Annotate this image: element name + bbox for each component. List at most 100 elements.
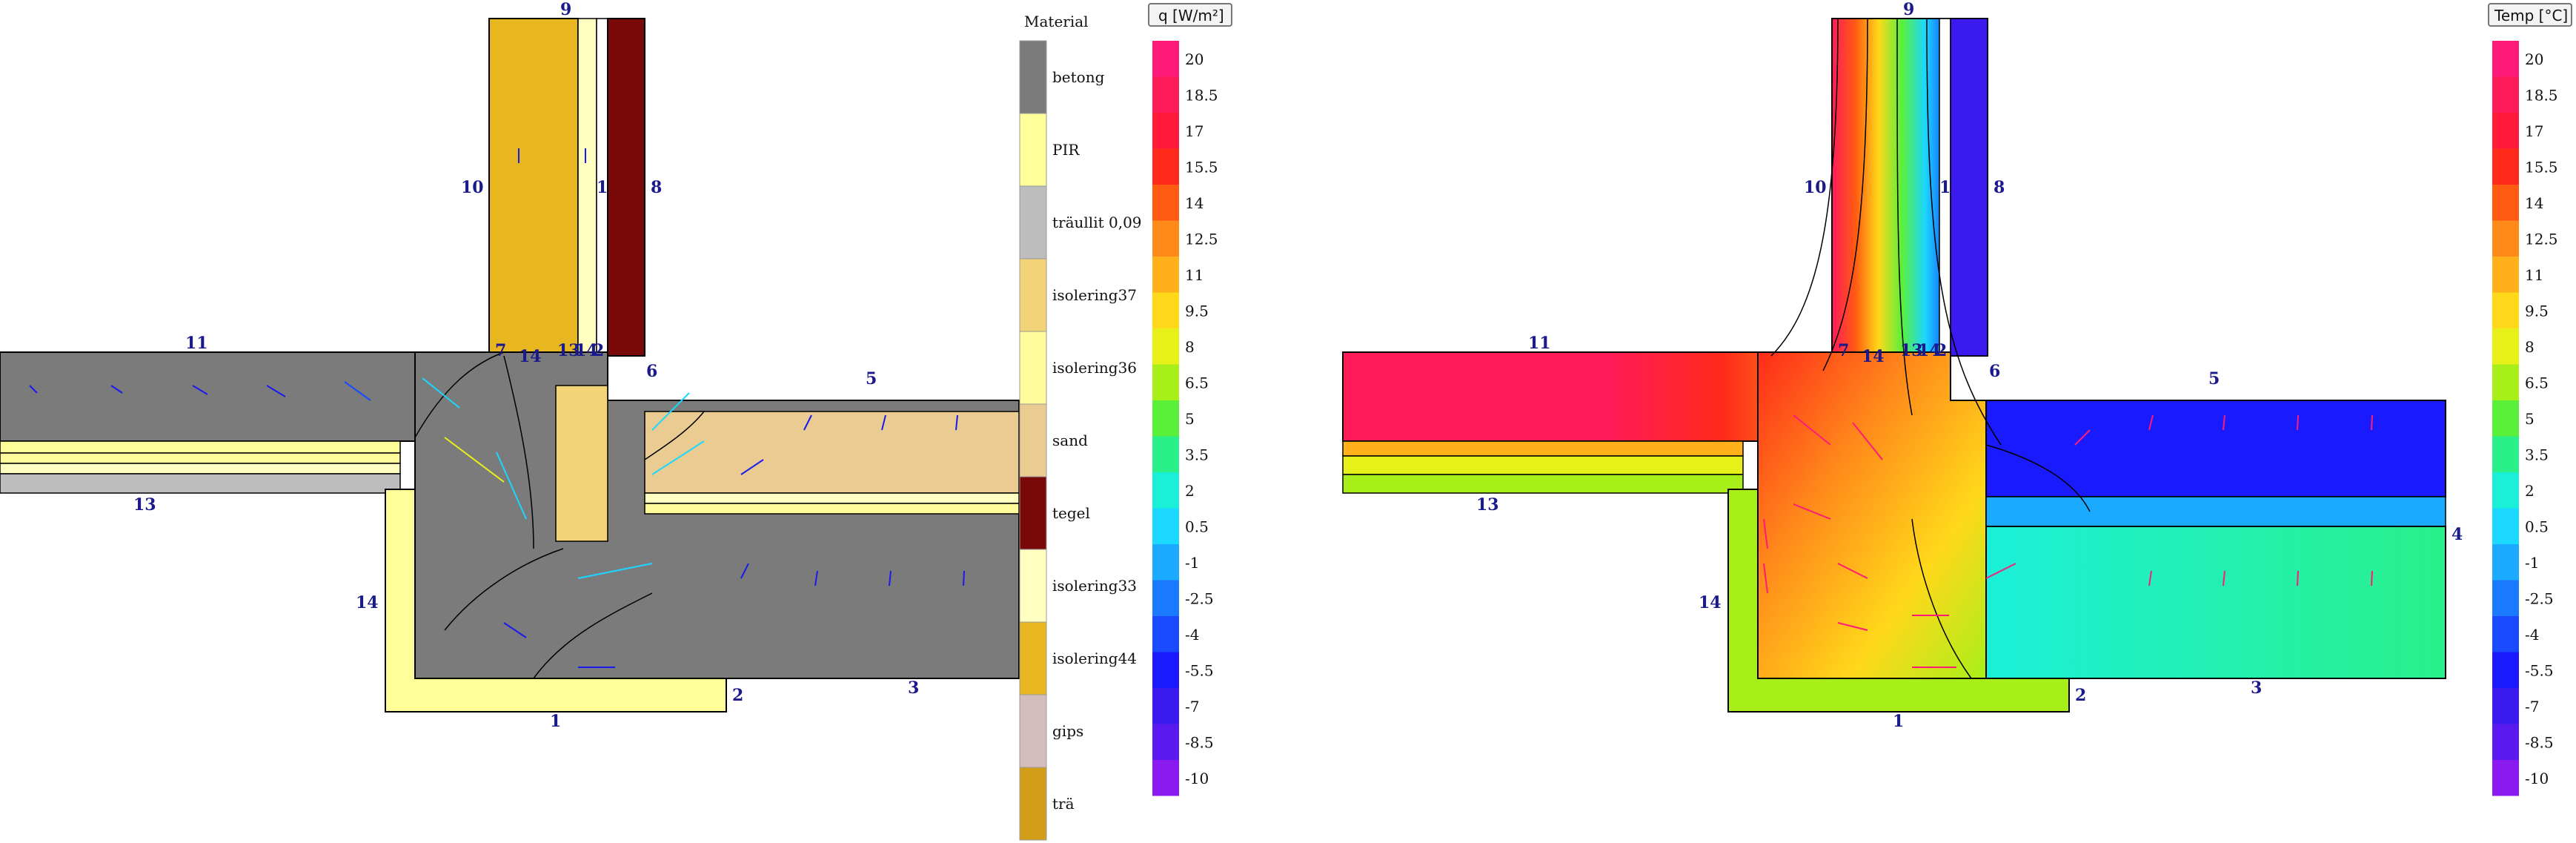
temp-scale-tick-label: -1 [2525,554,2539,572]
column-isolering37 [555,385,608,542]
temp-label-1b: 1 [1893,712,1904,731]
temp-legend: Temp [°C] 20 18.5 17 15.5 14 12.5 11 9.5 8 6.5 5 3.… [2488,3,2572,796]
material-swatch [1019,694,1047,768]
boundary-label-5: 5 [866,369,877,389]
flux-scale-swatch [1152,148,1179,185]
boundary-label-9: 9 [560,0,571,19]
svg-text:Temp [°C]: Temp [°C] [2494,7,2568,24]
temp-scale-swatch [2492,544,2519,581]
temp-scale-tick-label: 15.5 [2525,159,2558,176]
flux-scale-tick-label: 3.5 [1185,446,1209,464]
temp-scale-swatch [2492,472,2519,509]
temp-legend-button[interactable]: Temp [°C] [2488,3,2572,27]
flux-scale-tick-label: -10 [1185,770,1209,787]
material-label: PIR [1052,141,1080,159]
temp-scale-swatch [2492,220,2519,257]
temp-scale-swatch [2492,616,2519,652]
flux-scale-tick-label: 0.5 [1185,518,1209,536]
temp-scale-swatch [2492,292,2519,328]
material-swatch [1019,549,1047,623]
temp-scale-tick-label: 5 [2525,410,2534,428]
temp-scale-swatch [2492,185,2519,221]
flux-scale-swatch [1152,544,1179,581]
flux-scale-tick-label: 5 [1185,410,1195,428]
boundary-label-7: 7 [495,341,506,360]
flux-scale-tick-label: 17 [1185,122,1204,140]
material-swatch [1019,258,1047,332]
flux-legend: q [W/m²] 20 18.5 17 15.5 14 12.5 11 9.5 8 6.5 5 3.5… [1148,3,1232,796]
flux-scale-swatch [1152,436,1179,472]
temp-cold-slab [1985,400,2446,497]
material-swatch [1019,403,1047,477]
temp-strip-2 [1342,455,1744,475]
material-swatch [1019,476,1047,550]
temp-scale-tick-label: 0.5 [2525,518,2549,536]
temp-label-3: 3 [2251,678,2262,698]
material-label: isolering44 [1052,649,1137,667]
temp-label-14: 14 [1699,593,1722,612]
temp-scale-tick-label: 18.5 [2525,87,2558,105]
temp-scale-swatch [2492,41,2519,77]
flux-scale-swatch [1152,185,1179,221]
material-legend: Material betong PIR träullit 0,09 isolering… [1019,13,1142,841]
flux-scale-swatch [1152,113,1179,149]
pir-strip [0,440,401,454]
boundary-label-2: 2 [732,686,743,705]
temp-scale-swatch [2492,508,2519,544]
temp-scale-swatch [2492,724,2519,760]
boundary-label-10: 10 [461,178,484,197]
temp-label-9: 9 [1903,0,1914,19]
material-label: sand [1052,432,1088,449]
flux-scale-tick-label: -2.5 [1185,590,1214,608]
right-strip-2 [644,503,1020,515]
temp-label-5: 5 [2208,369,2220,389]
material-swatch [1019,331,1047,405]
flux-scale-tick-label: 20 [1185,50,1204,68]
temp-scale-tick-label: -5.5 [2525,662,2554,680]
flux-scale-swatch [1152,724,1179,760]
boundary-label-2a: 2 [593,341,604,360]
flux-scale-swatch [1152,508,1179,544]
sand-fill [644,411,1020,494]
temp-strip-1 [1342,440,1744,457]
flux-scale-tick-label: 8 [1185,338,1195,356]
flux-scale-swatch [1152,652,1179,688]
flux-scale-tick-label: 14 [1185,194,1204,212]
temp-scale-swatch [2492,760,2519,796]
traullit-strip [0,473,401,494]
material-swatch [1019,767,1047,841]
flux-scale-tick-label: -8.5 [1185,734,1214,752]
junction-betong [414,351,1020,679]
boundary-label-14a: 14 [519,347,542,366]
material-swatch [1019,185,1047,259]
temp-label-13: 13 [1476,495,1499,515]
temp-scale-swatch [2492,436,2519,472]
boundary-label-3: 3 [908,678,919,698]
material-swatch [1019,621,1047,695]
temp-scale-tick-label: -2.5 [2525,590,2554,608]
flux-scale-swatch [1152,76,1179,113]
temp-scale-tick-label: 17 [2525,122,2543,140]
boundary-label-1: 1 [597,178,608,197]
temp-lower [1985,526,2446,679]
temp-label-2: 2 [2075,686,2086,705]
temp-scale-tick-label: -8.5 [2525,734,2554,752]
boundary-label-13: 13 [133,495,156,515]
temp-scale-swatch [2492,364,2519,400]
material-label: trä [1052,795,1075,813]
temp-label-11: 11 [1528,334,1551,353]
flux-scale-tick-label: 2 [1185,482,1195,500]
temp-scale-tick-label: 14 [2525,194,2543,212]
boundary-label-8: 8 [651,178,662,197]
temp-wall-outer [1950,18,1988,357]
flux-legend-button[interactable]: q [W/m²] [1148,3,1232,27]
slab-left [0,351,475,442]
temp-scale-tick-label: 8 [2525,338,2534,356]
flux-scale-swatch [1152,400,1179,437]
flux-scale-swatch [1152,41,1179,77]
flux-scale-tick-label: -5.5 [1185,662,1214,680]
flux-scale-swatch [1152,616,1179,652]
material-label: tegel [1052,504,1090,522]
temp-scale-tick-label: -10 [2525,770,2549,787]
temp-scale-swatch [2492,580,2519,616]
